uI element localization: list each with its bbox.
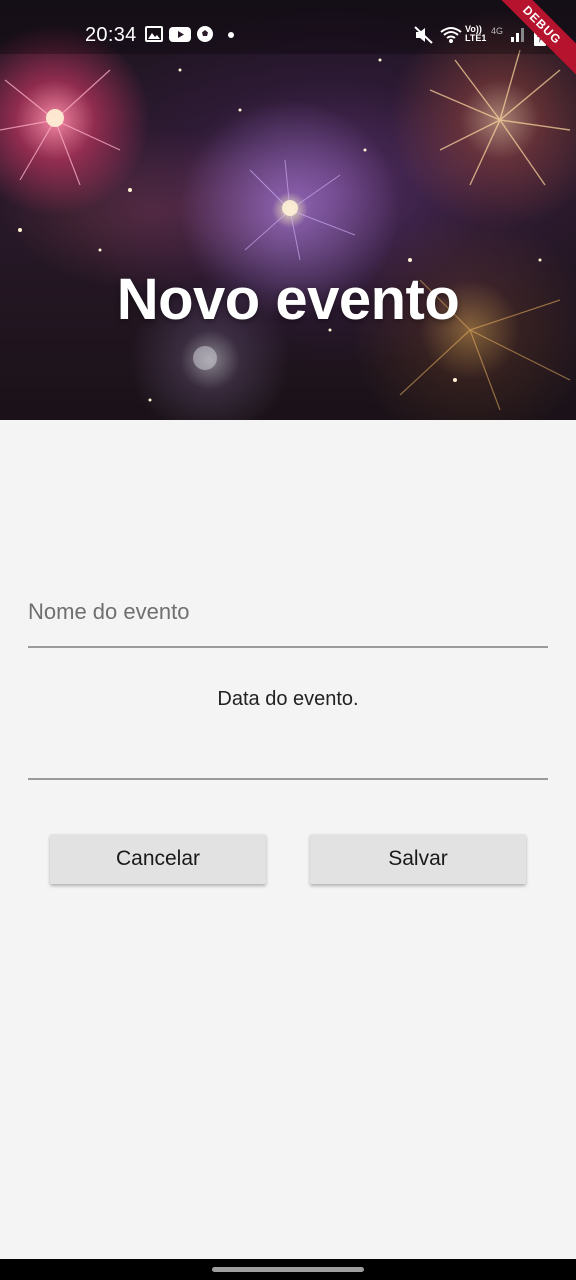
- event-name-input[interactable]: [28, 594, 548, 630]
- cancel-button[interactable]: Cancelar: [50, 834, 266, 884]
- status-time: 20:34: [85, 24, 137, 46]
- network-type: 4G: [491, 26, 504, 36]
- soccer-ball-icon: [197, 26, 213, 42]
- mute-icon: [414, 26, 433, 44]
- image-icon: [145, 26, 163, 42]
- youtube-icon: [169, 27, 191, 42]
- home-gesture-handle[interactable]: [212, 1267, 364, 1272]
- navigation-bar: [0, 1259, 576, 1280]
- wifi-icon: [440, 27, 462, 43]
- network-label: Vo)) LTE1: [465, 24, 487, 43]
- event-name-field[interactable]: [28, 580, 548, 648]
- save-button[interactable]: Salvar: [310, 834, 526, 884]
- page-title: Novo evento: [116, 267, 460, 332]
- fireworks-image: [0, 49, 571, 411]
- event-date-label: Data do evento.: [217, 688, 359, 710]
- status-bar: 20:34 Vo)) LTE1 4G: [0, 0, 576, 54]
- header-banner: 20:34 Vo)) LTE1 4G DEBUG Novo evento: [0, 0, 576, 420]
- signal-icon: [511, 28, 524, 42]
- event-date-field[interactable]: [28, 730, 548, 780]
- dot-icon: [228, 32, 234, 38]
